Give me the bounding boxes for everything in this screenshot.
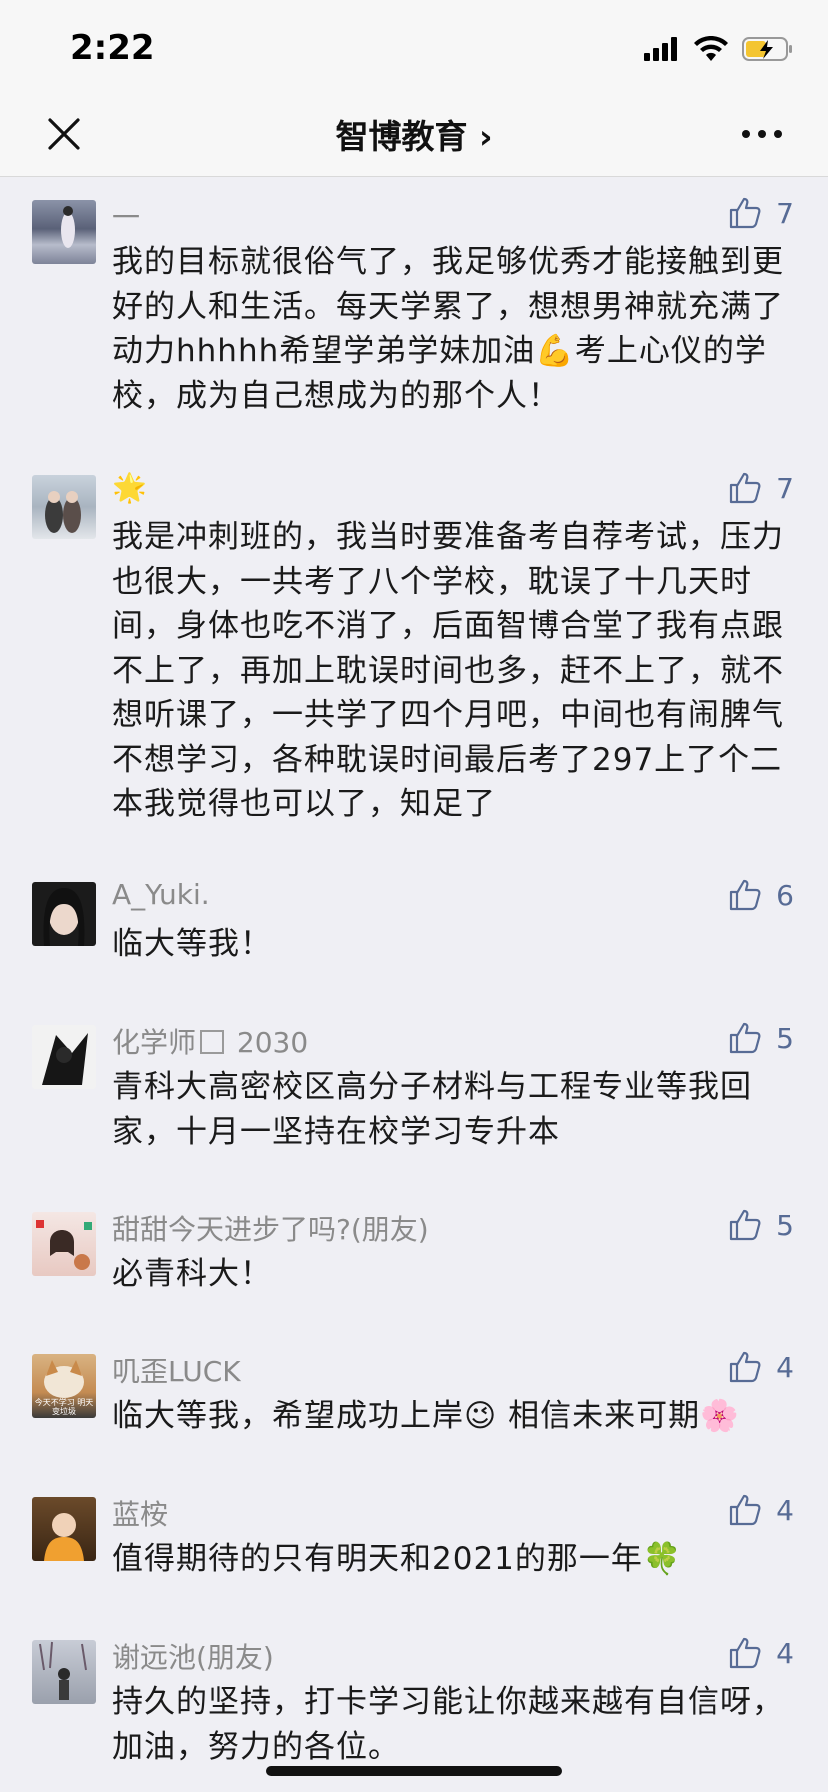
status-time: 2:22 bbox=[70, 28, 155, 68]
like-count: 4 bbox=[776, 1350, 794, 1384]
home-indicator[interactable] bbox=[266, 1766, 562, 1776]
commenter-name: 蓝桉 bbox=[112, 1498, 169, 1531]
thumbs-up-icon bbox=[730, 1209, 761, 1241]
commenter-name-suffix: 2030 bbox=[228, 1026, 309, 1059]
missing-glyph-icon bbox=[200, 1030, 225, 1054]
wifi-icon bbox=[694, 36, 728, 61]
avatar[interactable] bbox=[32, 1025, 96, 1089]
like-button[interactable]: 7 bbox=[728, 471, 794, 505]
like-count: 6 bbox=[776, 878, 794, 912]
thumbs-up-icon bbox=[730, 197, 761, 229]
like-count: 4 bbox=[776, 1636, 794, 1670]
page-title[interactable]: 智博教育 › bbox=[0, 110, 828, 158]
like-button[interactable]: 4 bbox=[728, 1493, 794, 1527]
like-button[interactable]: 5 bbox=[728, 1021, 794, 1055]
avatar[interactable] bbox=[32, 1497, 96, 1561]
avatar[interactable] bbox=[32, 882, 96, 946]
like-count: 7 bbox=[776, 471, 794, 505]
avatar[interactable] bbox=[32, 1212, 96, 1276]
avatar-caption: 今天不学习 明天变垃圾 bbox=[34, 1398, 94, 1416]
comment-text: 必青科大！ bbox=[112, 1256, 272, 1292]
thumbs-up-icon bbox=[730, 1022, 761, 1054]
commenter-name: A_Yuki. bbox=[112, 878, 210, 911]
thumbs-up-icon bbox=[730, 1351, 761, 1383]
battery-charging-icon bbox=[742, 37, 792, 61]
thumbs-up-icon bbox=[730, 879, 761, 911]
avatar[interactable] bbox=[32, 1640, 96, 1704]
comment-text: 持久的坚持，打卡学习能让你越来越有自信呀，加油，努力的各位。 bbox=[112, 1684, 784, 1765]
comment-text: 临大等我！ bbox=[112, 926, 272, 962]
avatar[interactable] bbox=[32, 475, 96, 539]
like-button[interactable]: 4 bbox=[728, 1636, 794, 1670]
status-bar: 2:22 bbox=[0, 0, 828, 96]
comment-text: 我的目标就很俗气了，我足够优秀才能接触到更好的人和生活。每天学累了，想想男神就充… bbox=[112, 244, 784, 414]
like-count: 4 bbox=[776, 1493, 794, 1527]
like-button[interactable]: 5 bbox=[728, 1208, 794, 1242]
comment-text: 值得期待的只有明天和2021的那一年🍀 bbox=[112, 1541, 683, 1577]
cellular-signal-icon bbox=[644, 37, 677, 61]
thumbs-up-icon bbox=[730, 472, 761, 504]
thumbs-up-icon bbox=[730, 1637, 761, 1669]
status-icons bbox=[644, 36, 794, 62]
like-count: 7 bbox=[776, 196, 794, 230]
more-icon[interactable] bbox=[740, 122, 784, 146]
thumbs-up-icon bbox=[730, 1494, 761, 1526]
commenter-name: 甜甜今天进步了吗?(朋友) bbox=[112, 1213, 429, 1246]
like-button[interactable]: 6 bbox=[728, 878, 794, 912]
commenter-name: 谢远池(朋友) bbox=[112, 1641, 274, 1674]
comment-text: 青科大高密校区高分子材料与工程专业等我回家，十月一坚持在校学习专升本 bbox=[112, 1069, 752, 1150]
like-button[interactable]: 4 bbox=[728, 1350, 794, 1384]
like-button[interactable]: 7 bbox=[728, 196, 794, 230]
commenter-name: 叽歪LUCK bbox=[112, 1355, 241, 1388]
commenter-name: 一 bbox=[112, 201, 141, 234]
comment-text: 我是冲刺班的，我当时要准备考自荐考试，压力也很大，一共考了八个学校，耽误了十几天… bbox=[112, 519, 784, 822]
nav-bar: 智博教育 › bbox=[0, 96, 828, 177]
avatar[interactable]: 今天不学习 明天变垃圾 bbox=[32, 1354, 96, 1418]
commenter-name-prefix: 化学师 bbox=[112, 1026, 197, 1059]
commenter-name: 化学师 2030 bbox=[112, 1021, 308, 1061]
like-count: 5 bbox=[776, 1208, 794, 1242]
avatar[interactable] bbox=[32, 200, 96, 264]
like-count: 5 bbox=[776, 1021, 794, 1055]
comment-text: 临大等我，希望成功上岸😉 相信未来可期🌸 bbox=[112, 1398, 740, 1434]
commenter-name: 🌟 bbox=[112, 471, 147, 504]
